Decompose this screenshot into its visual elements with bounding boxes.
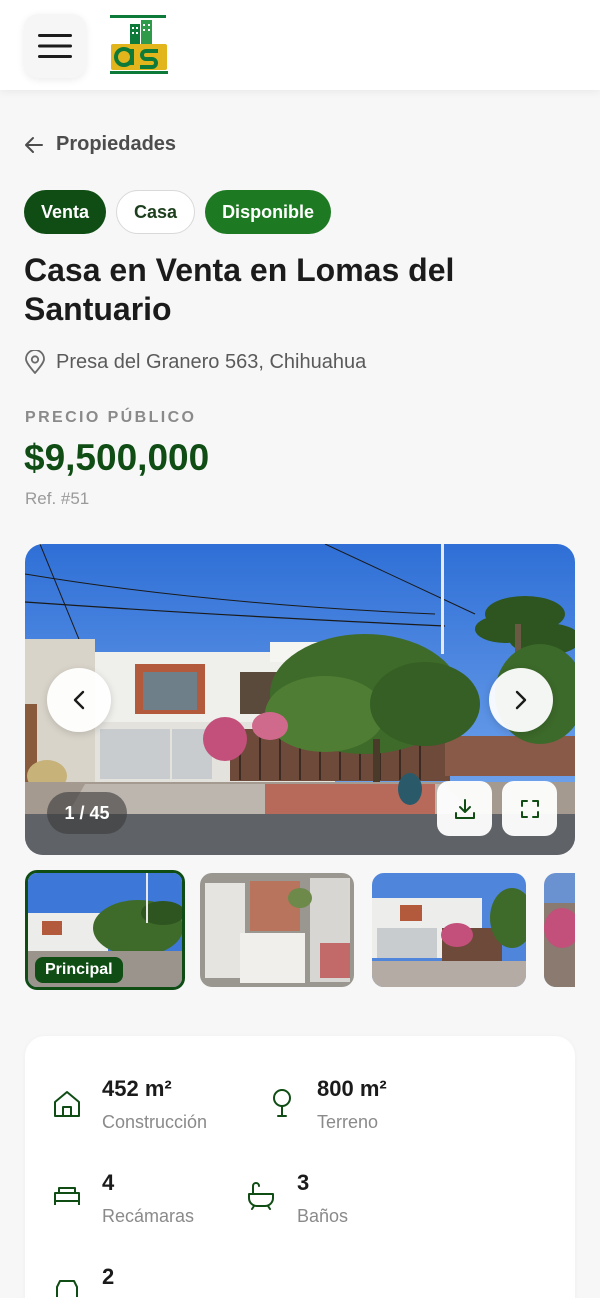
land-value: 800 m² <box>317 1076 387 1101</box>
parking-value: 2 <box>102 1264 115 1289</box>
menu-button[interactable] <box>24 14 86 78</box>
chevron-right-icon <box>515 690 527 710</box>
fullscreen-button[interactable] <box>502 781 557 836</box>
reference-number: Ref. #51 <box>25 489 90 508</box>
tree-icon <box>273 1089 291 1117</box>
previous-photo-button[interactable] <box>47 668 111 732</box>
tag-status: Disponible <box>205 190 332 234</box>
bed-icon <box>54 1187 80 1205</box>
construction-label: Construcción <box>102 1112 208 1132</box>
construction-value: 452 m² <box>102 1076 172 1101</box>
address-text: Presa del Granero 563, Chihuahua <box>56 351 367 373</box>
chevron-left-icon <box>73 690 85 710</box>
land-label: Terreno <box>317 1112 379 1132</box>
fullscreen-icon <box>520 799 539 818</box>
location-pin-icon <box>25 350 45 374</box>
thumbnail-3[interactable] <box>372 873 526 987</box>
thumbnail-strip: Principal <box>25 870 575 990</box>
car-icon <box>56 1280 78 1297</box>
thumbnail-2[interactable] <box>200 873 354 987</box>
price-label: PRECIO PÚBLICO <box>25 409 197 426</box>
property-title: Casa en Venta en Lomas del Santuario <box>24 252 455 327</box>
thumbnail-4[interactable] <box>544 873 575 987</box>
company-logo[interactable] <box>108 14 170 76</box>
arrow-left-icon <box>25 136 43 153</box>
property-address: Presa del Granero 563, Chihuahua <box>24 350 366 375</box>
tag-type: Casa <box>116 190 196 234</box>
thumbnail-1[interactable]: Principal <box>25 870 185 990</box>
house-icon <box>54 1091 80 1117</box>
bathrooms-label: Baños <box>297 1206 349 1226</box>
principal-badge: Principal <box>35 957 123 983</box>
bedrooms-value: 4 <box>102 1170 115 1195</box>
bathtub-icon <box>248 1182 274 1210</box>
hamburger-menu-icon <box>38 34 72 58</box>
photo-counter: 1 / 45 <box>47 792 127 834</box>
next-photo-button[interactable] <box>489 668 553 732</box>
download-icon <box>454 798 475 819</box>
photo-gallery[interactable]: 1 / 45 <box>25 544 575 855</box>
tag-list: Venta Casa Disponible <box>24 190 332 234</box>
back-link-label: Propiedades <box>56 133 177 155</box>
bathrooms-value: 3 <box>297 1170 310 1195</box>
bedrooms-label: Recámaras <box>102 1206 195 1226</box>
tag-operation: Venta <box>24 190 107 234</box>
features-card: 452 m² Construcción 800 m² Terreno 4 Rec… <box>25 1036 575 1298</box>
top-bar <box>0 0 600 90</box>
back-link[interactable]: Propiedades <box>24 133 176 156</box>
download-photo-button[interactable] <box>437 781 492 836</box>
price-value: $9,500,000 <box>24 437 210 478</box>
